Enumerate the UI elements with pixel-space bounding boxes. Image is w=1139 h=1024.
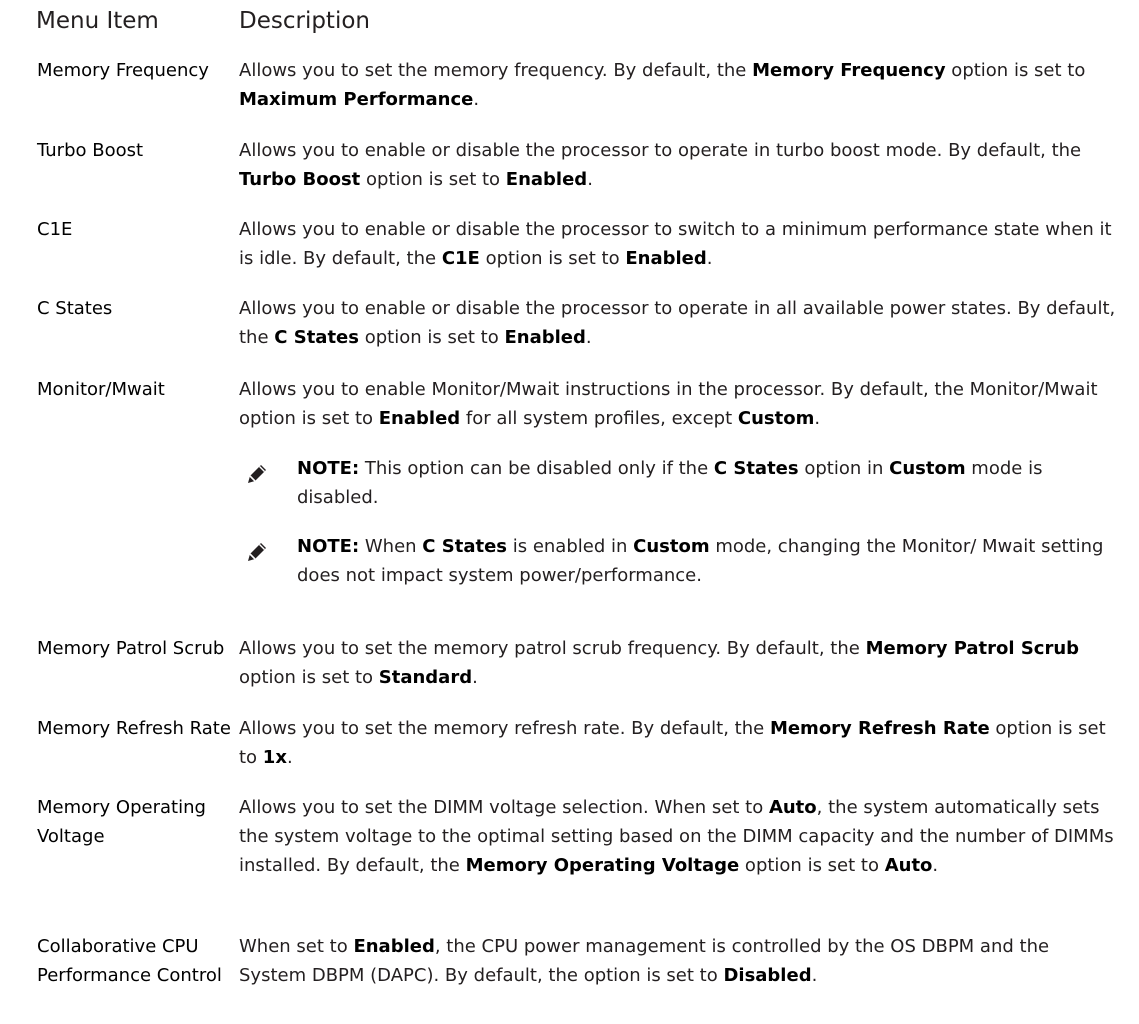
header-description: Description — [239, 8, 370, 34]
note-body: This option can be disabled only if the … — [297, 458, 1043, 508]
bold-term: Custom — [889, 458, 966, 479]
note-monitor-mwait-1: NOTE: This option can be disabled only i… — [297, 454, 1127, 512]
desc-collaborative-cpu-performance-control: When set to Enabled, the CPU power manag… — [239, 936, 1050, 986]
pencil-note-icon — [248, 543, 266, 561]
bold-term: C1E — [441, 248, 480, 269]
bold-term: Memory Patrol Scrub — [865, 638, 1080, 659]
pencil-note-icon — [248, 465, 266, 483]
desc-c1e: Allows you to enable or disable the proc… — [239, 219, 1112, 269]
desc-memory-operating-voltage: Allows you to set the DIMM voltage selec… — [239, 797, 1114, 876]
settings-table: Menu Item Description Memory Frequency A… — [0, 0, 1139, 1024]
bold-term: C States — [713, 458, 799, 479]
bold-term: C States — [422, 536, 507, 557]
bold-term: Memory Operating Voltage — [465, 855, 740, 876]
note-label: NOTE: — [297, 458, 360, 479]
note-monitor-mwait-2: NOTE: When C States is enabled in Custom… — [297, 532, 1127, 590]
note-label: NOTE: — [297, 536, 360, 557]
bold-term: Auto — [884, 855, 933, 876]
bold-term: Custom — [633, 536, 710, 557]
desc-memory-patrol-scrub: Allows you to set the memory patrol scru… — [239, 638, 1080, 688]
bold-term: Enabled — [505, 169, 588, 190]
desc-monitor-mwait: Allows you to enable Monitor/Mwait instr… — [239, 379, 1098, 429]
desc-turbo-boost: Allows you to enable or disable the proc… — [239, 140, 1082, 190]
bold-term: C States — [274, 327, 359, 348]
term-c-states: C States — [37, 298, 113, 319]
term-memory-operating-voltage: Memory Operating Voltage — [37, 797, 206, 847]
bold-term: Memory Frequency — [752, 60, 946, 81]
bold-term: Standard — [378, 667, 473, 688]
header-menu-item: Menu Item — [36, 8, 159, 34]
desc-c-states: Allows you to enable or disable the proc… — [239, 298, 1116, 348]
note-body: When C States is enabled in Custom mode,… — [297, 536, 1104, 586]
bold-term: Auto — [768, 797, 817, 818]
term-memory-frequency: Memory Frequency — [37, 60, 209, 81]
bold-term: 1x — [262, 747, 287, 768]
bold-term: Turbo Boost — [239, 169, 361, 190]
term-c1e: C1E — [37, 219, 73, 240]
term-monitor-mwait: Monitor/Mwait — [37, 379, 165, 400]
bold-term: Enabled — [625, 248, 707, 269]
bold-term: Disabled — [723, 965, 812, 986]
bold-term: Enabled — [353, 936, 435, 957]
bold-term: Maximum Performance — [239, 89, 474, 110]
bold-term: Custom — [737, 408, 815, 429]
bold-term: Enabled — [504, 327, 586, 348]
bold-term: Memory Refresh Rate — [769, 718, 990, 739]
desc-memory-refresh-rate: Allows you to set the memory refresh rat… — [239, 718, 1106, 768]
term-memory-patrol-scrub: Memory Patrol Scrub — [37, 638, 225, 659]
desc-memory-frequency: Allows you to set the memory frequency. … — [239, 60, 1086, 110]
term-memory-refresh-rate: Memory Refresh Rate — [37, 718, 231, 739]
term-collaborative-cpu-performance-control: Collaborative CPU Performance Control — [37, 936, 222, 986]
term-turbo-boost: Turbo Boost — [37, 140, 144, 161]
bold-term: Enabled — [378, 408, 461, 429]
